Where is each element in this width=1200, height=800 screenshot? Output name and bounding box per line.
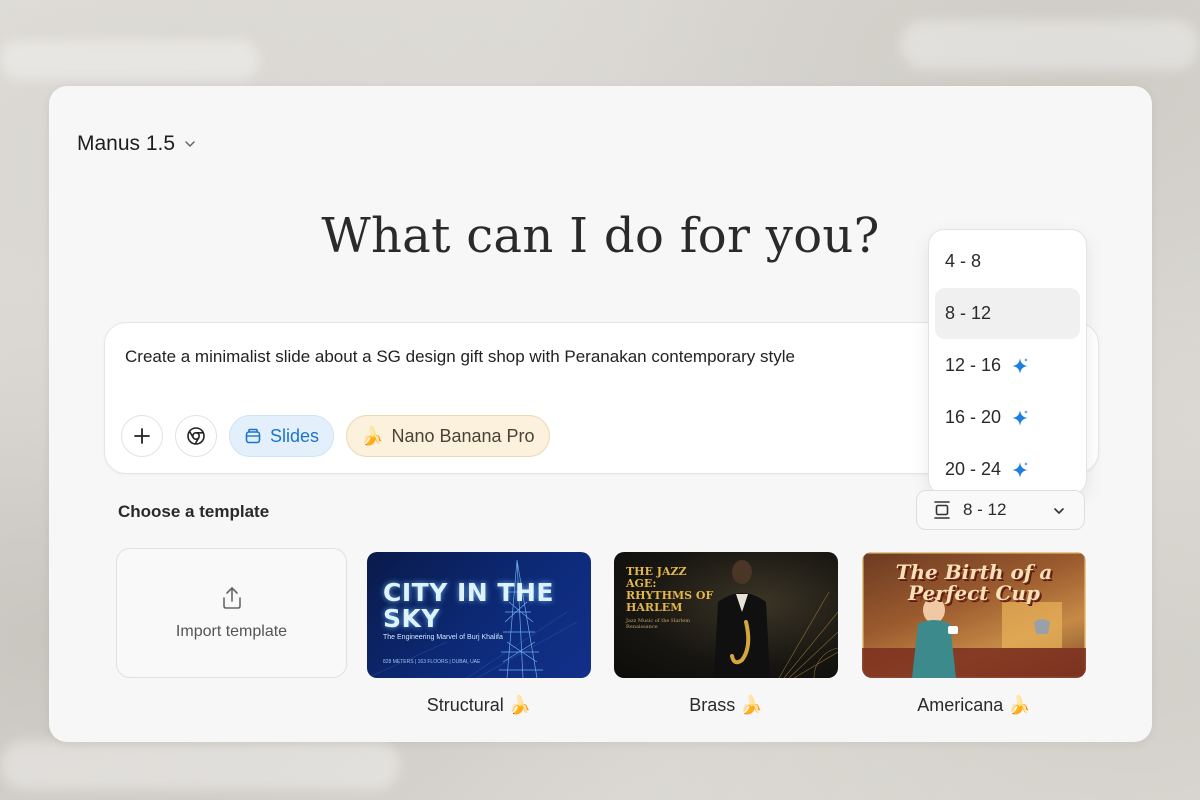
slide-count-value: 8 - 12 [963,500,1007,519]
slides-chip[interactable]: Slides [229,415,335,457]
option-label: 8 - 12 [945,303,992,323]
template-card-structural[interactable]: CITY IN THE SKY The Engineering Marvel o… [367,552,591,678]
sparkle-icon [1012,461,1029,478]
template-caption-structural: Structural 🍌 [426,695,532,715]
template-card-brass[interactable]: THE JAZZ AGE: RHYTHMS OF HARLEM Jazz Mus… [614,552,838,678]
add-button[interactable] [121,415,163,457]
option-label: 12 - 16 [945,355,1002,375]
slide-count-option-4-8[interactable]: 4 - 8 [935,236,1080,287]
banana-icon: 🍌 [361,425,384,446]
chrome-icon [187,427,205,445]
slide-count-option-12-16[interactable]: 12 - 16 [935,340,1080,391]
template-card-americana[interactable]: The Birth of a Perfect Cup [862,552,1086,678]
thumb-title: CITY IN THE SKY [383,578,554,633]
thumb-subtitle: Jazz Music of the Harlem Renaissance [626,618,690,630]
browser-button[interactable] [175,415,217,457]
option-label: 16 - 20 [945,407,1002,427]
template-section-label: Choose a template [118,502,270,521]
slides-chip-label: Slides [270,425,320,446]
thumb-title: THE JAZZ AGE: RHYTHMS OF HARLEM [626,565,714,614]
sparkle-icon [1012,409,1029,426]
nano-banana-chip[interactable]: 🍌 Nano Banana Pro [346,415,550,457]
thumb-subtitle: The Engineering Marvel of Burj Khalifa [383,634,503,641]
slide-count-select[interactable]: 8 - 12 [916,490,1085,530]
thumb-footer: 828 METERS | 163 FLOORS | DUBAI, UAE [383,659,481,665]
upload-icon [222,587,241,609]
slide-count-option-8-12[interactable]: 8 - 12 [935,288,1080,339]
plus-icon [134,428,150,444]
slides-icon [245,428,261,444]
slide-count-option-20-24[interactable]: 20 - 24 [935,444,1080,495]
import-template-card[interactable]: Import template [116,548,347,678]
chevron-down-icon [185,141,195,147]
slide-count-dropdown-menu: 4 - 8 8 - 12 12 - 16 16 - 20 20 - 24 [928,229,1087,495]
prompt-input[interactable]: Create a minimalist slide about a SG des… [125,345,925,369]
chevron-down-icon [1054,508,1064,514]
thumb-title: The Birth of a Perfect Cup [895,560,1053,605]
slide-count-icon [934,501,950,519]
model-selector[interactable]: Manus 1.5 [77,130,197,158]
slide-count-option-16-20[interactable]: 16 - 20 [935,392,1080,443]
sparkle-icon [1012,357,1029,374]
option-label: 4 - 8 [945,251,982,271]
model-label: Manus 1.5 [77,132,176,155]
template-caption-americana: Americana 🍌 [917,695,1031,715]
option-label: 20 - 24 [945,459,1002,479]
template-caption-brass: Brass 🍌 [689,695,763,715]
nano-banana-chip-label: Nano Banana Pro [391,425,535,446]
import-template-label: Import template [175,623,288,640]
app-window: Manus 1.5 What can I do for you? Create … [49,86,1152,742]
composer-toolbar: Slides 🍌 Nano Banana Pro [121,415,550,457]
